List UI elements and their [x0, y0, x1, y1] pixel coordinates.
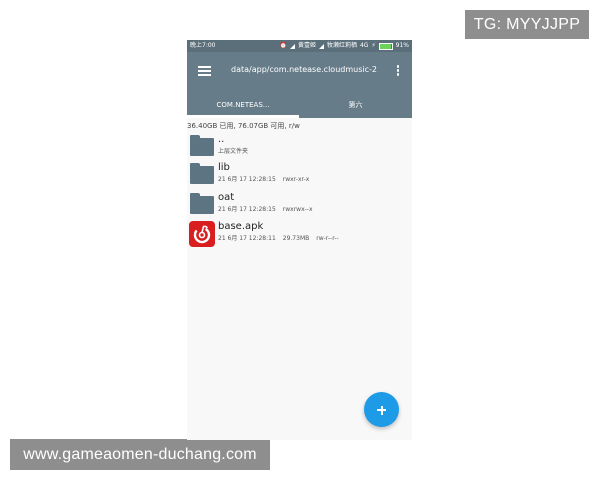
carrier-1: 黄壹姬 — [297, 42, 316, 49]
file-permissions: rw-r--r-- — [316, 235, 339, 242]
file-permissions: rwxrwx--x — [282, 206, 313, 213]
status-time: 晚上7:00 — [190, 42, 216, 49]
more-options-icon[interactable] — [396, 65, 400, 77]
file-meta: 上层文件夹 — [218, 147, 248, 156]
battery-percent: 91% — [395, 42, 409, 49]
watermark-url: www.gameaomen-duchang.com — [10, 439, 270, 470]
file-meta: 21 6月 17 12:28:11 29.73MB rw-r--r-- — [218, 234, 339, 243]
tab-indicator — [187, 115, 299, 118]
file-name: oat — [218, 192, 235, 203]
add-fab-button[interactable] — [364, 392, 399, 427]
battery-fill — [379, 43, 391, 49]
current-path: data/app/com.netease.cloudmusic-2 — [231, 65, 377, 74]
carrier-2: 牧濑红莉栖 — [326, 42, 357, 49]
folder-icon — [190, 163, 214, 184]
file-name: base.apk — [218, 221, 264, 232]
file-date: 21 6月 17 12:28:11 — [218, 235, 276, 242]
list-item-parent-folder[interactable]: .. 上层文件夹 — [187, 132, 412, 160]
folder-icon — [190, 193, 214, 214]
list-item-base-apk[interactable]: base.apk 21 6月 17 12:28:11 29.73MB rw-r--r… — [187, 219, 412, 247]
status-right: ⏰ 黄壹姬 牧濑红莉栖 4G ⚡ 91% — [279, 40, 409, 52]
file-subtitle: 上层文件夹 — [218, 148, 249, 155]
charging-icon: ⚡ — [371, 42, 376, 49]
file-meta: 21 6月 17 12:28:15 rwxr-xr-x — [218, 175, 309, 184]
netease-music-icon — [189, 221, 215, 247]
status-bar: 晚上7:00 ⏰ 黄壹姬 牧濑红莉栖 4G ⚡ 91% — [187, 40, 412, 52]
network-type: 4G — [359, 42, 369, 49]
file-meta: 21 6月 17 12:28:15 rwxrwx--x — [218, 205, 313, 214]
list-item-lib[interactable]: lib 21 6月 17 12:28:15 rwxr-xr-x — [187, 160, 412, 188]
file-date: 21 6月 17 12:28:15 — [218, 176, 276, 183]
tab-com-netease[interactable]: COM.NETEAS... — [187, 98, 299, 112]
file-name: lib — [218, 162, 230, 173]
storage-info: 36.40GB 已用, 76.07GB 可用, r/w — [187, 122, 300, 130]
watermark-tg: TG: MYYJJPP — [465, 10, 589, 39]
file-permissions: rwxr-xr-x — [282, 176, 310, 183]
folder-icon — [190, 135, 214, 156]
signal-icon-2 — [318, 43, 324, 49]
file-size: 29.73MB — [282, 235, 310, 242]
tab-sixth[interactable]: 第六 — [299, 98, 412, 112]
file-date: 21 6月 17 12:28:15 — [218, 206, 276, 213]
list-item-oat[interactable]: oat 21 6月 17 12:28:15 rwxrwx--x — [187, 190, 412, 218]
alarm-icon: ⏰ — [279, 42, 287, 49]
menu-icon[interactable] — [198, 66, 211, 76]
battery-icon — [378, 42, 393, 50]
app-bar: data/app/com.netease.cloudmusic-2 COM.NE… — [187, 52, 412, 118]
file-name: .. — [218, 134, 225, 145]
phone-screen: 晚上7:00 ⏰ 黄壹姬 牧濑红莉栖 4G ⚡ 91% data/app/com… — [187, 40, 412, 440]
signal-icon-1 — [289, 43, 295, 49]
